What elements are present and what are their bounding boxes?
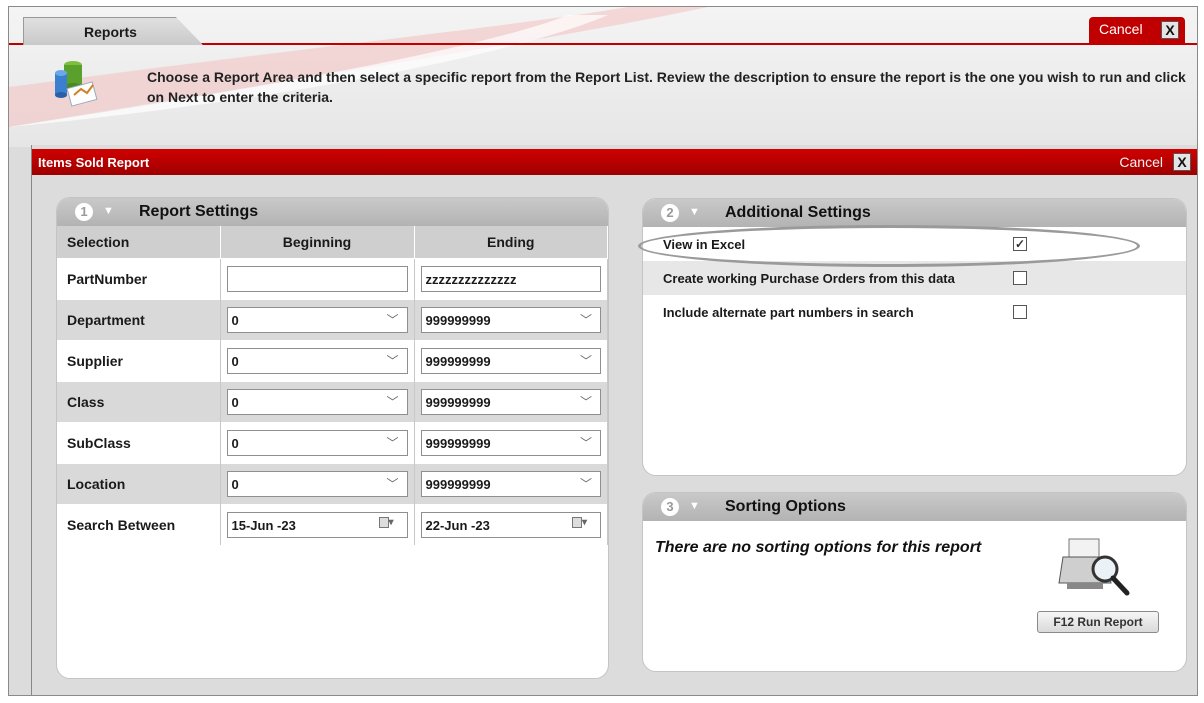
chevron-down-icon[interactable]: ﹀: [386, 311, 398, 328]
table-row: Location 0 ﹀ 999999999 ﹀: [57, 462, 608, 504]
date-begin-picker[interactable]: 15-Jun -23 ▾: [226, 511, 408, 538]
select-value: 0: [231, 312, 239, 328]
option-label: Include alternate part numbers in search: [663, 305, 914, 320]
column-header-ending: Ending: [414, 226, 608, 258]
create-purchase-orders-checkbox[interactable]: [1013, 271, 1027, 285]
collapse-triangle-icon[interactable]: ▼: [689, 206, 700, 218]
table-row: Search Between 15-Jun -23 ▾ 22-Jun -23 ▾: [57, 503, 608, 545]
chevron-down-icon[interactable]: ﹀: [386, 434, 398, 451]
panel-title: Additional Settings: [725, 204, 871, 221]
column-header-beginning: Beginning: [220, 226, 415, 258]
run-report-button[interactable]: F12 Run Report: [1037, 611, 1159, 633]
include-alternate-checkbox[interactable]: [1013, 305, 1027, 319]
dialog-header: Items Sold Report Cancel X: [32, 149, 1197, 175]
row-label: SubClass: [57, 421, 221, 463]
row-label: Supplier: [57, 339, 221, 381]
class-end-select[interactable]: 999999999 ﹀: [420, 388, 601, 415]
select-value: 999999999: [425, 394, 491, 410]
location-end-select[interactable]: 999999999 ﹀: [420, 470, 601, 497]
dialog-title: Items Sold Report: [38, 155, 150, 170]
partnumber-begin-input[interactable]: [226, 265, 408, 292]
date-value: 22-Jun -23: [425, 517, 490, 533]
step-number: 1: [75, 203, 93, 221]
department-end-select[interactable]: 999999999 ﹀: [420, 306, 601, 333]
printer-icon: [1058, 538, 1130, 596]
chevron-down-icon[interactable]: ﹀: [386, 475, 398, 492]
partnumber-end-input[interactable]: zzzzzzzzzzzzzz: [420, 265, 601, 292]
reports-icon: [55, 61, 98, 107]
tab-reports-label: Reports: [84, 24, 137, 40]
step-number: 3: [661, 498, 679, 516]
select-value: 0: [231, 476, 239, 492]
column-header-selection: Selection: [57, 226, 221, 258]
collapse-triangle-icon[interactable]: ▼: [689, 500, 700, 512]
panel-title: Sorting Options: [725, 498, 846, 515]
calendar-icon[interactable]: ▾: [378, 516, 401, 531]
collapse-triangle-icon[interactable]: ▼: [103, 205, 114, 217]
class-begin-select[interactable]: 0 ﹀: [226, 388, 408, 415]
select-value: 0: [231, 435, 239, 451]
option-label: Create working Purchase Orders from this…: [663, 271, 955, 286]
row-label: Department: [57, 298, 221, 340]
items-sold-dialog: Items Sold Report Cancel X 1 ▼ Report Se…: [31, 145, 1197, 695]
row-label: Location: [57, 462, 221, 504]
date-end-picker[interactable]: 22-Jun -23 ▾: [420, 511, 601, 538]
subclass-end-select[interactable]: 999999999 ﹀: [420, 429, 601, 456]
chevron-down-icon[interactable]: ﹀: [386, 352, 398, 369]
chevron-down-icon[interactable]: ﹀: [580, 311, 592, 328]
chevron-down-icon[interactable]: ﹀: [580, 475, 592, 492]
select-value: 0: [231, 353, 239, 369]
calendar-icon[interactable]: ▾: [572, 516, 594, 531]
date-value: 15-Jun -23: [231, 517, 296, 533]
dialog-cancel-button[interactable]: Cancel: [1119, 154, 1163, 170]
supplier-end-select[interactable]: 999999999 ﹀: [420, 347, 601, 374]
chevron-down-icon[interactable]: ﹀: [580, 393, 592, 410]
supplier-begin-select[interactable]: 0 ﹀: [226, 347, 408, 374]
table-row: Supplier 0 ﹀ 999999999 ﹀: [57, 339, 608, 381]
row-label: Class: [57, 380, 221, 422]
additional-settings-header[interactable]: 2 ▼ Additional Settings: [643, 199, 1186, 227]
step-number: 2: [661, 204, 679, 222]
option-include-alternate[interactable]: Include alternate part numbers in search: [643, 295, 1186, 329]
table-row: Department 0 ﹀ 999999999 ﹀: [57, 298, 608, 340]
select-value: 999999999: [425, 476, 491, 492]
location-begin-select[interactable]: 0 ﹀: [226, 470, 408, 497]
reports-window: Reports Cancel X Choose a Report Area an…: [8, 6, 1198, 696]
cancel-label: Cancel: [1099, 21, 1143, 37]
sorting-options-header[interactable]: 3 ▼ Sorting Options: [643, 493, 1186, 521]
report-settings-panel: 1 ▼ Report Settings Selection Beginning …: [56, 197, 609, 679]
sorting-options-panel: 3 ▼ Sorting Options There are no sorting…: [642, 492, 1187, 672]
chevron-down-icon[interactable]: ﹀: [386, 393, 398, 410]
row-label: PartNumber: [57, 257, 221, 299]
chevron-down-icon[interactable]: ﹀: [580, 434, 592, 451]
select-value: 999999999: [425, 312, 491, 328]
panel-title: Report Settings: [139, 203, 259, 220]
cancel-button[interactable]: Cancel X: [1089, 17, 1185, 43]
table-row: Class 0 ﹀ 999999999 ﹀: [57, 380, 608, 422]
close-icon[interactable]: X: [1161, 21, 1179, 39]
department-begin-select[interactable]: 0 ﹀: [226, 306, 408, 333]
chevron-down-icon[interactable]: ﹀: [580, 352, 592, 369]
table-row: PartNumber zzzzzzzzzzzzzz: [57, 257, 608, 299]
select-value: 999999999: [425, 353, 491, 369]
report-settings-table: Selection Beginning Ending PartNumber zz…: [57, 226, 608, 545]
intro-instructions: Choose a Report Area and then select a s…: [147, 69, 1186, 105]
row-label: Search Between: [57, 503, 221, 545]
dialog-close-icon[interactable]: X: [1173, 153, 1191, 171]
tab-reports[interactable]: Reports: [23, 17, 203, 45]
table-row: SubClass 0 ﹀ 999999999 ﹀: [57, 421, 608, 463]
sorting-note: There are no sorting options for this re…: [655, 539, 982, 556]
highlight-ellipse: [638, 225, 1140, 267]
select-value: 0: [231, 394, 239, 410]
report-settings-header[interactable]: 1 ▼ Report Settings: [57, 198, 608, 226]
subclass-begin-select[interactable]: 0 ﹀: [226, 429, 408, 456]
select-value: 999999999: [425, 435, 491, 451]
